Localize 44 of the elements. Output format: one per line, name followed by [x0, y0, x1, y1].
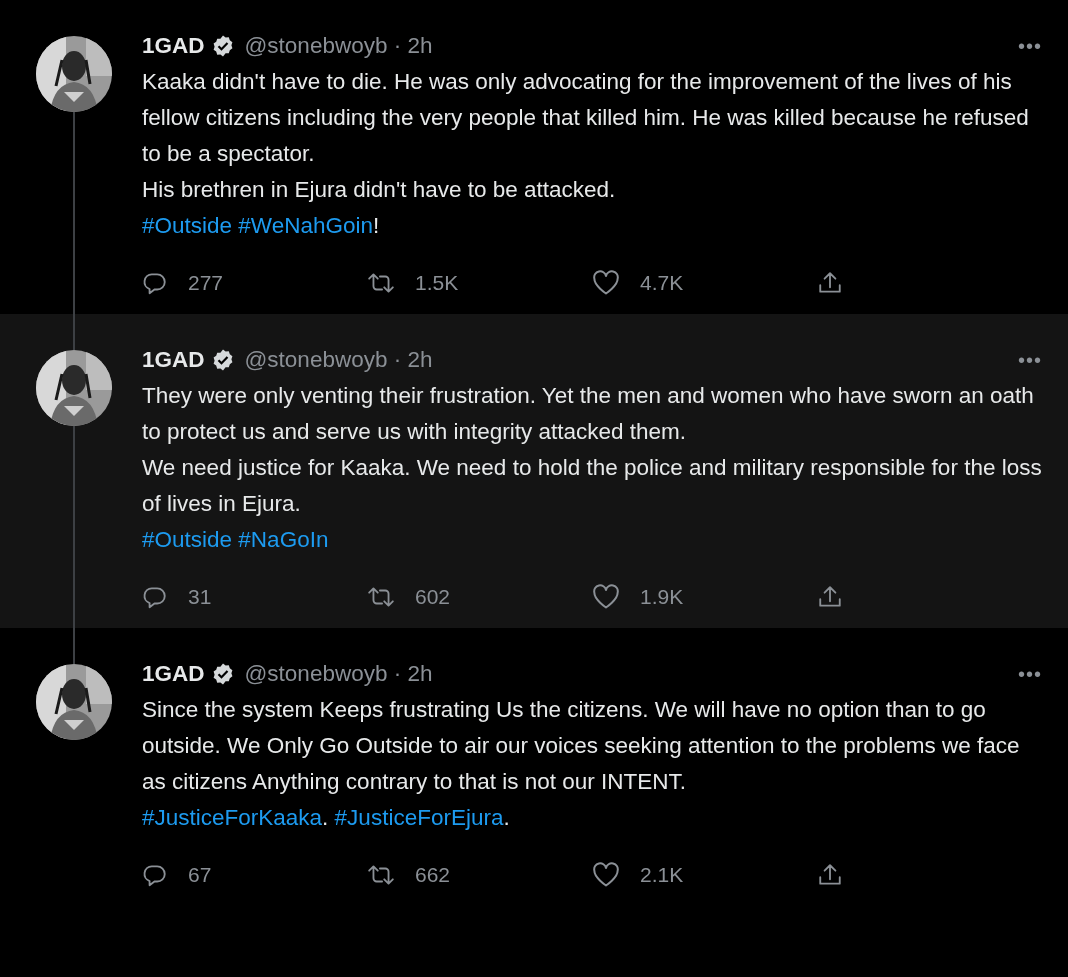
- heart-icon[interactable]: [592, 270, 620, 296]
- like-count: 4.7K: [640, 270, 684, 296]
- reply-count: 67: [188, 862, 212, 888]
- share-icon[interactable]: [817, 584, 843, 610]
- reply-icon[interactable]: [142, 584, 168, 610]
- hashtag-link[interactable]: #JusticeForKaaka: [142, 805, 323, 830]
- reply-icon[interactable]: [142, 862, 168, 888]
- author-name[interactable]: 1GAD: [142, 656, 205, 692]
- retweet-icon[interactable]: [367, 862, 395, 888]
- handle-and-time: @stonebwoyb · 2h: [244, 346, 433, 374]
- reply-count: 277: [188, 270, 224, 296]
- tweet-card[interactable]: [0, 314, 1068, 628]
- share-icon[interactable]: [817, 862, 843, 888]
- hashtag-link[interactable]: #JusticeForEjura: [334, 805, 504, 830]
- hashtag-link[interactable]: #WeNahGoin: [238, 213, 374, 238]
- more-button[interactable]: •••: [1018, 664, 1042, 684]
- author-name[interactable]: 1GAD: [142, 28, 205, 64]
- retweet-count: 662: [415, 862, 451, 888]
- heart-icon[interactable]: [592, 584, 620, 610]
- retweet-icon[interactable]: [367, 270, 395, 296]
- tweet-text: They were only venting their frustration. Yet the men and women who have sworn an oath to protect us and serve us with integrity attacked them.: [142, 382, 1035, 446]
- retweet-count: 602: [415, 584, 451, 610]
- more-button[interactable]: •••: [1018, 350, 1042, 370]
- tweet-card[interactable]: 1GAD @stonebwoyb · 2h ••• Since the system Keeps frustrating Us the citizens. We will have no option than to go outside. We Only Go Outside to air our voices seeking attention to the problems we face as citizens Anything contrary to that is not our INTENT. #JusticeForKaaka. #JusticeForEjura. 67 662 2.1K: [0, 628, 1068, 906]
- tweet-text: His brethren in Ejura didn't have to be attacked.: [142, 176, 617, 204]
- handle-and-time: @stonebwoyb · 2h: [244, 660, 433, 688]
- tweet-text: We need justice for Kaaka. We need to hold the police and military responsible for the loss of lives in Ejura.: [142, 454, 1042, 518]
- like-count: 2.1K: [640, 862, 684, 888]
- reply-count: 31: [188, 584, 212, 610]
- hashtag-link[interactable]: #Outside: [142, 213, 233, 238]
- handle-and-time: @stonebwoyb · 2h: [244, 32, 433, 60]
- tweet-card[interactable]: 1GAD @stonebwoyb · 2h ••• Kaaka didn't have to die. He was only advocating for the improvement of the lives of his fellow citizens including the very people that killed him. He was killed because he refused to be a spectator. His brethren in Ejura didn't have to be attacked. #Outside #WeNahGoin! 277 1.5K 4.7K: [0, 0, 1068, 314]
- like-count: 1.9K: [640, 584, 684, 610]
- retweet-count: 1.5K: [415, 270, 459, 296]
- author-name[interactable]: 1GAD: [142, 342, 205, 378]
- tweet-text: Since the system Keeps frustrating Us the citizens. We will have no option than to go outside. We Only Go Outside to air our voices seeking attention to the problems we face as citizens Anything contrary to that is not our INTENT.: [142, 696, 1021, 796]
- reply-icon[interactable]: [142, 270, 168, 296]
- tweet-text: Kaaka didn't have to die. He was only advocating for the improvement of the lives of his fellow citizens including the very people that killed him. He was killed because he refused to be a spectator.: [142, 68, 1030, 168]
- hashtag-link[interactable]: #NaGoIn: [238, 527, 329, 552]
- more-button[interactable]: •••: [1018, 36, 1042, 56]
- heart-icon[interactable]: [592, 862, 620, 888]
- share-icon[interactable]: [817, 270, 843, 296]
- hashtag-link[interactable]: #Outside: [142, 527, 233, 552]
- retweet-icon[interactable]: [367, 584, 395, 610]
